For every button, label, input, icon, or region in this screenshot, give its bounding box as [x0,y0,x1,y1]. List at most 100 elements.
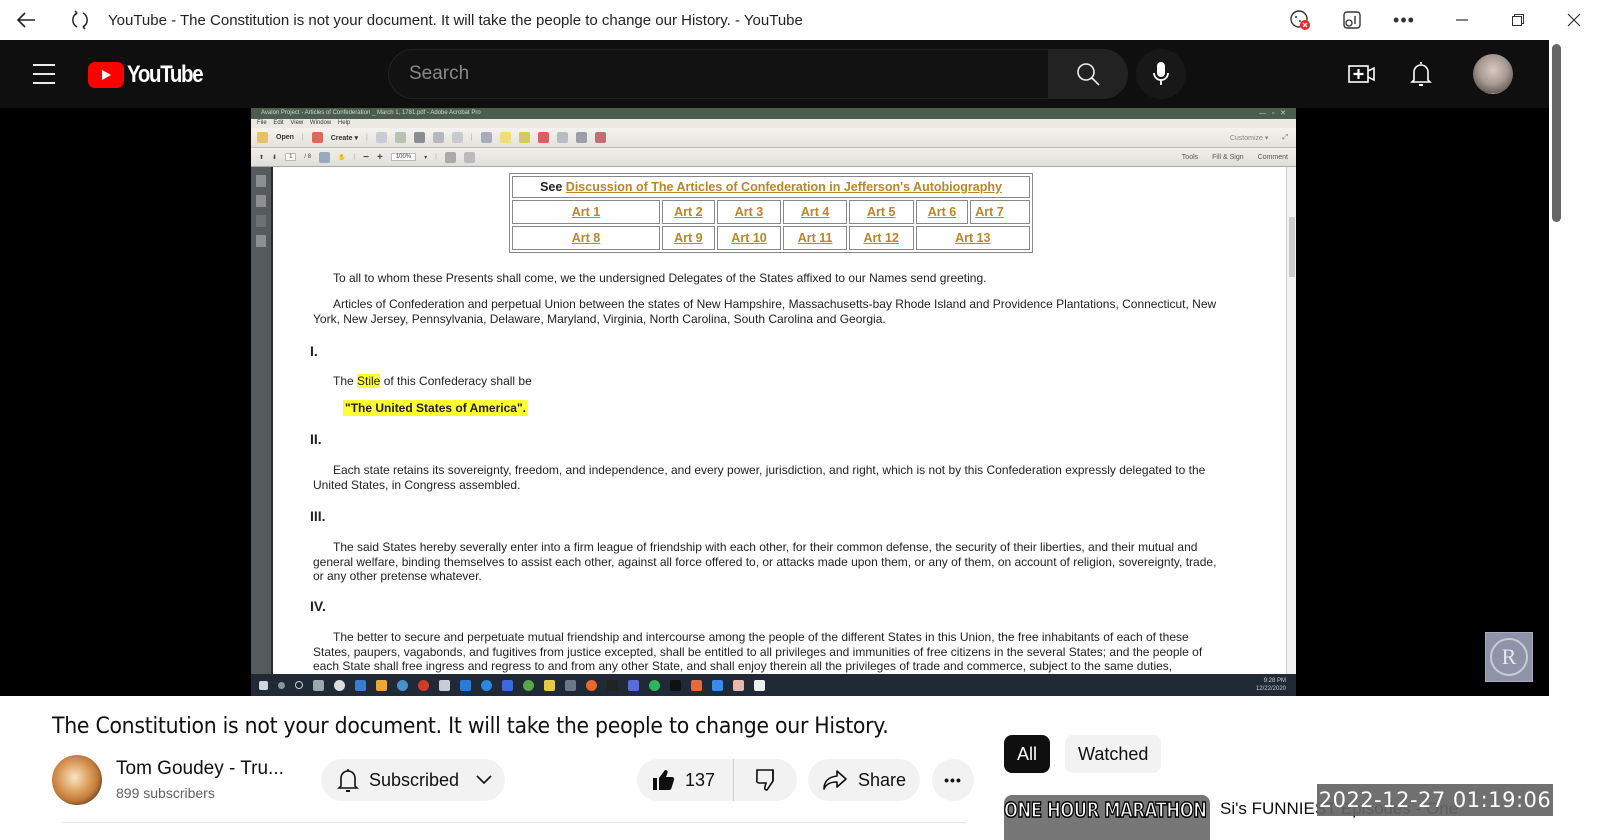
signatures-panel-icon [256,235,266,247]
article-cell: Art 9 [662,226,715,250]
chip-watched[interactable]: Watched [1065,735,1162,773]
create-button[interactable] [1342,54,1382,94]
preamble: To all to whom these Presents shall come… [333,271,987,285]
acrobat-open-button: Open [276,134,294,141]
subscribed-button[interactable]: Subscribed [321,759,505,801]
acrobat-create-button: Create ▾ [330,134,358,142]
minimize-button[interactable] [1436,0,1488,40]
article-link: Art 1 [571,205,601,219]
select-tool-icon [319,151,331,163]
share-label: Share [858,769,907,790]
search-input[interactable] [388,49,1048,99]
section-numeral: IV. [310,598,326,614]
divider [62,822,966,823]
channel-watermark[interactable]: R [1485,632,1533,682]
article-link: Art 7 [975,205,1004,219]
create-video-icon [1348,65,1375,83]
refresh-icon [72,10,88,30]
tracking-prevention-button[interactable] [1274,0,1326,40]
search-icon [1077,63,1100,86]
pages-panel-icon [256,175,266,187]
search-button[interactable] [1048,49,1128,99]
app-icon [481,679,492,691]
app-icon [565,679,576,691]
article-cell: Art 10 [716,226,782,250]
discussion-link: Discussion of The Articles of Confederat… [565,180,1002,194]
customize-dropdown: Customize ▾ [1229,134,1269,142]
settings-icon [334,679,345,691]
subscribed-label: Subscribed [369,769,460,790]
article-link: Art 2 [674,205,703,219]
next-page-icon: ⬇ [272,154,278,161]
like-button[interactable]: 137 [637,759,734,801]
scrollbar-thumb[interactable] [1551,44,1561,222]
acrobat-customize: Customize ▾ ⤢ [1230,128,1288,147]
page-total: / 8 [304,154,312,160]
app-icon [649,679,660,691]
tray-time: 9:28 PM [1263,678,1286,684]
thumbs-up-icon [653,770,675,790]
export-icon [575,132,587,143]
notifications-button[interactable] [1401,54,1441,94]
articles-row-2: Art 8 Art 9 Art 10 Art 11 Art 12 Art 13 [512,226,1030,250]
video-player[interactable]: Avalon Project - Articles of Confederati… [0,108,1549,696]
menu-button[interactable] [24,58,64,90]
app-icon [460,679,471,691]
start-icon [259,680,268,690]
channel-name[interactable]: Tom Goudey - Tru... [116,758,284,780]
article-link: Art 10 [731,231,767,245]
app-icon [607,679,618,691]
highlighted-quote: "The United States of America". [343,400,528,416]
read-aloud-icon [1343,11,1361,29]
settings-icon [480,132,492,143]
fill-sign-tab: Fill & Sign [1212,153,1244,161]
sign-icon [537,132,549,143]
back-button[interactable] [6,0,46,40]
share-button[interactable]: Share [808,759,920,801]
video-title: The Constitution is not your document. I… [52,714,889,739]
acrobat-window-controls: — ▫ ✕ [1258,110,1286,117]
video-frame[interactable]: Avalon Project - Articles of Confederati… [251,108,1296,696]
voice-search-button[interactable] [1136,49,1186,99]
more-button[interactable]: ••• [1378,0,1430,40]
text: of this Confederacy shall be [380,374,532,388]
stamp-icon [518,132,530,143]
app-icon [628,679,639,691]
refresh-button[interactable] [60,0,100,40]
share-doc-icon [594,132,606,143]
section-numeral: II. [310,431,322,447]
highlighted-word: Stile [357,374,381,388]
article-link: Art 12 [863,231,899,245]
more-icon: ••• [1393,9,1415,30]
channel-avatar[interactable] [52,755,102,805]
article-cell: Art 12 [848,226,914,250]
cortana-icon [295,681,303,689]
dislike-button[interactable] [734,759,797,801]
task-view-icon [313,679,324,691]
menu-icon-bar [33,82,55,84]
browser-actions: ••• [1274,0,1600,40]
youtube-header: YouTube [0,40,1549,108]
close-button[interactable] [1548,0,1600,40]
article-cell: Art 2 [662,200,715,224]
youtube-logo[interactable]: YouTube [88,61,216,89]
article-link: Art 5 [867,205,896,219]
restore-button[interactable] [1492,0,1544,40]
more-actions-button[interactable]: ••• [932,759,974,801]
account-avatar[interactable] [1473,54,1513,94]
article-link: Art 6 [927,205,957,219]
article-cell: Art 11 [783,226,847,250]
chip-all[interactable]: All [1004,735,1051,773]
app-icon [355,679,366,691]
article-cell: Art 5 [848,200,914,224]
logo-text: YouTube [127,61,204,88]
acrobat-left-panel [251,167,273,674]
bell-icon [337,769,359,792]
read-aloud-button[interactable] [1326,0,1378,40]
article-link: Art 4 [800,205,830,219]
page-scrollbar[interactable] [1549,40,1563,840]
tray-date: 12/22/2020 [1255,686,1286,692]
recommended-thumbnail[interactable]: ONE HOUR MARATHON [1004,795,1210,840]
thumbs-down-icon [755,769,774,791]
article-cell: Art 4 [783,200,847,224]
